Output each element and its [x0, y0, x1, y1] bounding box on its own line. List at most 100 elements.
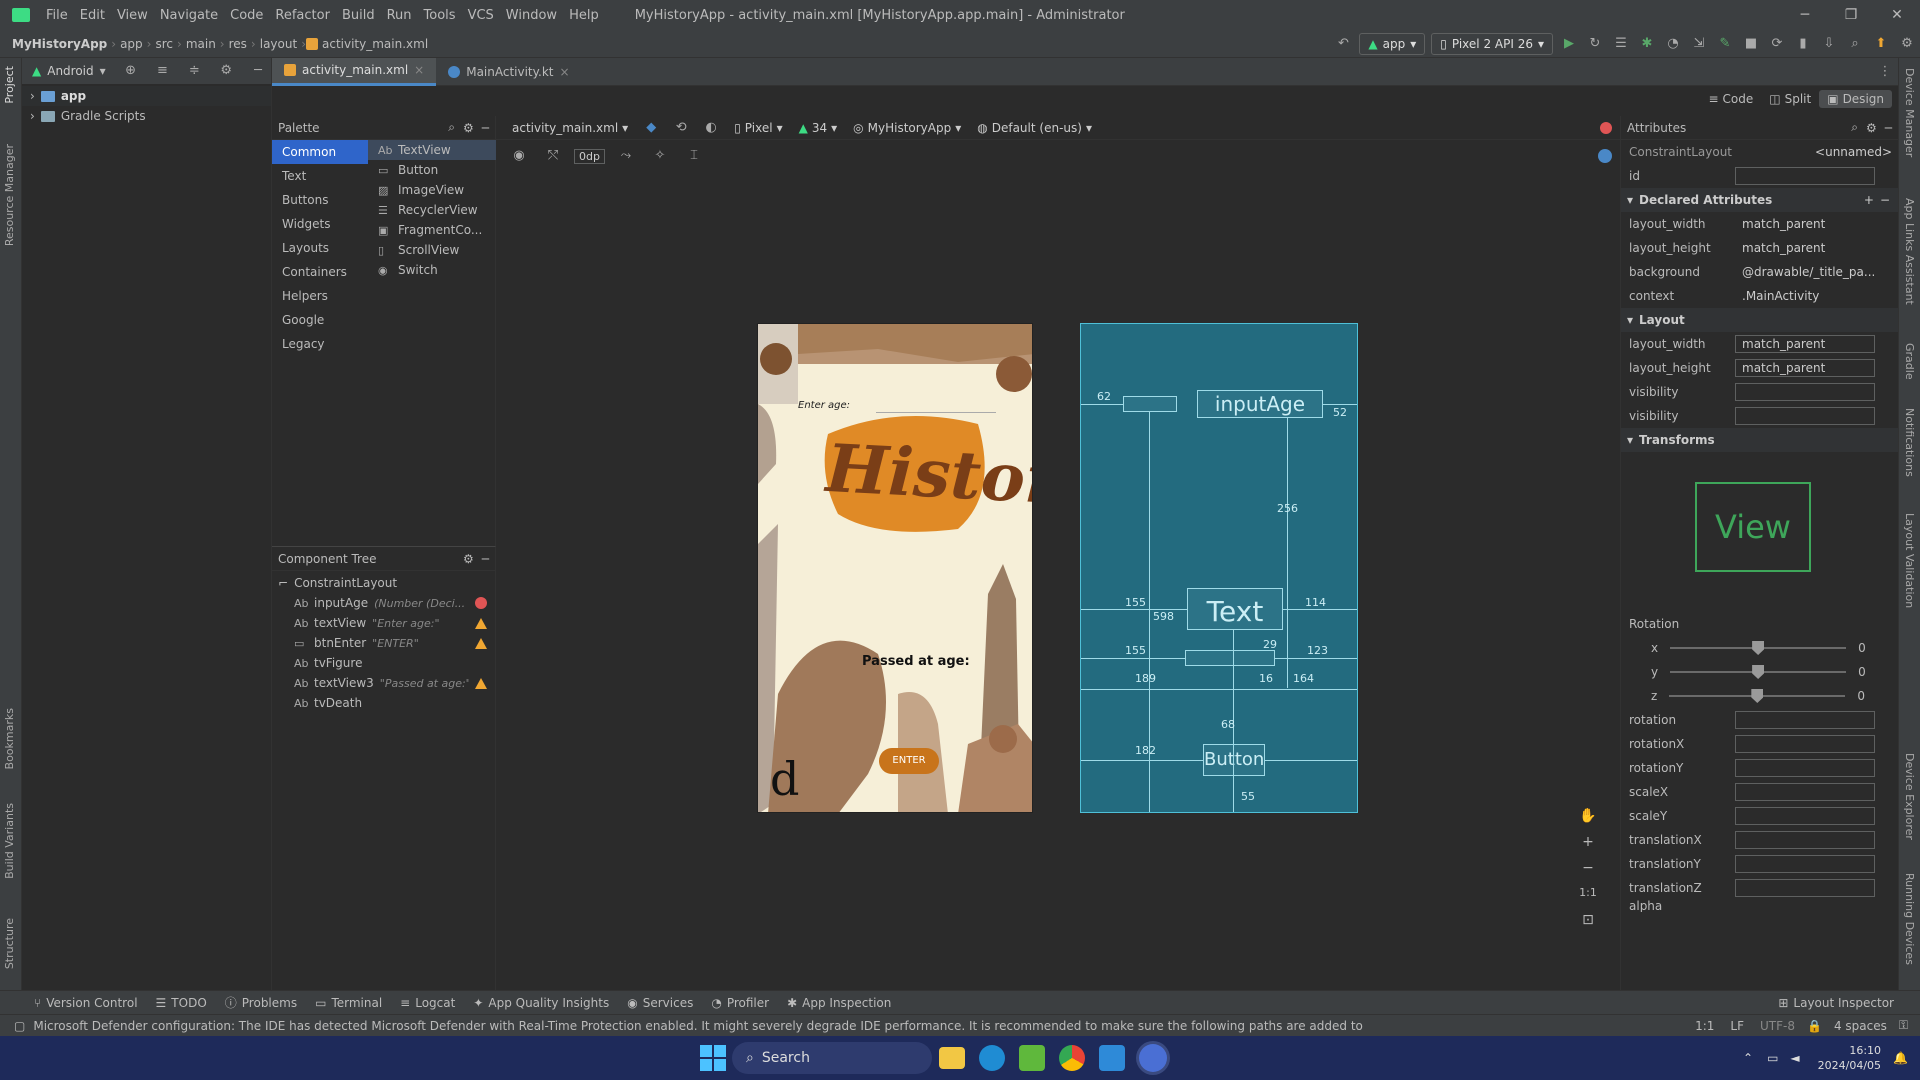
tool-app-links-assistant[interactable]: App Links Assistant: [1903, 198, 1916, 305]
tool-project[interactable]: Project: [3, 66, 16, 104]
hide-icon[interactable]: ─: [1885, 121, 1892, 135]
help-icon[interactable]: [1598, 149, 1612, 163]
tool-terminal[interactable]: ▭ Terminal: [315, 996, 382, 1010]
guidelines-icon[interactable]: ⌶: [686, 148, 702, 164]
layers-icon[interactable]: ◆: [643, 120, 659, 136]
close-icon[interactable]: ×: [560, 65, 570, 79]
breadcrumb-main[interactable]: main: [182, 37, 220, 51]
tool-logcat[interactable]: ≡ Logcat: [400, 996, 455, 1010]
taskbar-clock[interactable]: 16:10 2024/04/05: [1818, 1043, 1881, 1073]
design-canvas[interactable]: [496, 168, 1620, 968]
autoconnect-icon[interactable]: ⤲: [545, 148, 561, 164]
palette-item-recyclerview[interactable]: ☰ RecyclerView: [368, 200, 496, 220]
tool-resource-manager[interactable]: Resource Manager: [3, 144, 16, 246]
breadcrumb-src[interactable]: src: [151, 37, 177, 51]
apply-changes-icon[interactable]: ✎: [1717, 36, 1733, 52]
tool-version-control[interactable]: ⑂ Version Control: [34, 996, 138, 1010]
search-icon[interactable]: ⌕: [1847, 36, 1863, 52]
breadcrumb-project[interactable]: MyHistoryApp: [8, 37, 111, 51]
tool-device-explorer[interactable]: Device Explorer: [1903, 753, 1916, 840]
line-separator[interactable]: LF: [1730, 1019, 1744, 1033]
lock-icon[interactable]: 🔒: [1807, 1019, 1822, 1033]
transforms-section[interactable]: ▾ Transforms: [1621, 428, 1898, 452]
close-icon[interactable]: ×: [414, 63, 424, 77]
locale-select[interactable]: ◍ Default (en-us) ▾: [971, 121, 1098, 135]
menu-run[interactable]: Run: [381, 8, 418, 23]
scale-x-field[interactable]: [1735, 783, 1875, 801]
lock-icon[interactable]: ⚿: [1899, 1018, 1908, 1033]
tree-item-app[interactable]: › app: [22, 86, 271, 106]
app-icon[interactable]: [1019, 1045, 1045, 1071]
vcs-arrow-icon[interactable]: ↶: [1335, 36, 1351, 52]
theme-select[interactable]: ◎ MyHistoryApp ▾: [847, 121, 967, 135]
chevron-up-icon[interactable]: ⌃: [1743, 1051, 1753, 1065]
file-explorer-icon[interactable]: [939, 1047, 965, 1069]
warning-icon[interactable]: [475, 637, 487, 649]
zoom-in-icon[interactable]: +: [1576, 834, 1600, 860]
rerun-icon[interactable]: ↻: [1587, 36, 1603, 52]
eye-icon[interactable]: ◉: [511, 148, 527, 164]
translation-y-field[interactable]: [1735, 855, 1875, 873]
menu-build[interactable]: Build: [336, 8, 381, 23]
palette-category[interactable]: Legacy: [272, 332, 368, 356]
search-icon[interactable]: ⌕: [1851, 120, 1858, 135]
blueprint-textview-box[interactable]: [1123, 396, 1177, 412]
tool-todo[interactable]: ☰ TODO: [156, 996, 207, 1010]
rotation-z-slider[interactable]: [1669, 689, 1846, 703]
caret-position[interactable]: 1:1: [1695, 1019, 1714, 1033]
status-message[interactable]: Microsoft Defender configuration: The ID…: [33, 1019, 1363, 1033]
device-manager-icon[interactable]: ▮: [1795, 36, 1811, 52]
mode-design[interactable]: ▣ Design: [1819, 90, 1892, 108]
default-margin-field[interactable]: 0dp: [574, 148, 605, 164]
tab-main-activity[interactable]: MainActivity.kt ×: [436, 58, 581, 86]
tool-gradle[interactable]: Gradle: [1903, 343, 1916, 380]
add-icon[interactable]: +: [1864, 193, 1874, 207]
remove-icon[interactable]: −: [1880, 193, 1890, 207]
device-preview-select[interactable]: ▯ Pixel ▾: [728, 121, 788, 135]
error-icon[interactable]: [1600, 121, 1612, 134]
breadcrumb-res[interactable]: res: [225, 37, 251, 51]
tool-running-devices[interactable]: Running Devices: [1903, 873, 1916, 965]
taskbar-search[interactable]: ⌕ Search: [732, 1042, 932, 1074]
design-blueprint[interactable]: inputAge Text Button 62 52 256 155 598 1…: [1080, 323, 1358, 813]
zoom-actual-size[interactable]: 1:1: [1576, 886, 1600, 912]
tool-build-variants[interactable]: Build Variants: [3, 803, 16, 879]
rotation-y-field[interactable]: [1735, 759, 1875, 777]
file-select[interactable]: activity_main.xml ▾: [506, 121, 634, 135]
status-panel-icon[interactable]: ▢: [14, 1019, 25, 1033]
menu-window[interactable]: Window: [500, 8, 563, 23]
api-level-select[interactable]: ▲ 34 ▾: [793, 121, 844, 135]
zoom-fit-icon[interactable]: ⊡: [1576, 912, 1600, 938]
sdk-manager-icon[interactable]: ⇩: [1821, 36, 1837, 52]
blueprint-tvfigure-box[interactable]: Text: [1187, 588, 1283, 630]
enter-button[interactable]: ENTER: [879, 748, 939, 774]
warning-icon[interactable]: [475, 617, 487, 629]
menu-refactor[interactable]: Refactor: [269, 8, 336, 23]
blueprint-textview3-box[interactable]: [1185, 650, 1275, 666]
tool-bookmarks[interactable]: Bookmarks: [3, 708, 16, 769]
attach-debugger-icon[interactable]: ⇲: [1691, 36, 1707, 52]
rotation-y-slider[interactable]: [1670, 665, 1847, 679]
tree-item-inputage[interactable]: Ab inputAge (Number (Deci...: [272, 593, 495, 613]
network-icon[interactable]: ▭: [1767, 1051, 1778, 1065]
tree-item-tvfigure[interactable]: Ab tvFigure: [272, 653, 495, 673]
tool-problems[interactable]: ⓘ Problems: [225, 994, 297, 1011]
tool-profiler[interactable]: ◔ Profiler: [711, 996, 769, 1010]
design-preview-phone[interactable]: Enter age: History Passed at age: ENTER …: [757, 323, 1033, 813]
palette-category[interactable]: Widgets: [272, 212, 368, 236]
error-icon[interactable]: [475, 597, 487, 609]
attr-dropdown[interactable]: [1735, 407, 1875, 425]
vscode-icon[interactable]: [1099, 1045, 1125, 1071]
palette-item-textview[interactable]: Ab TextView: [368, 140, 496, 160]
gear-icon[interactable]: ⚙: [463, 121, 474, 135]
translation-z-field[interactable]: [1735, 879, 1875, 897]
palette-category[interactable]: Helpers: [272, 284, 368, 308]
menu-code[interactable]: Code: [224, 8, 269, 23]
indent-setting[interactable]: 4 spaces: [1834, 1019, 1887, 1033]
palette-category[interactable]: Text: [272, 164, 368, 188]
mode-split[interactable]: ◫ Split: [1761, 90, 1819, 108]
tool-layout-validation[interactable]: Layout Validation: [1903, 513, 1916, 608]
tree-item-gradle-scripts[interactable]: › Gradle Scripts: [22, 106, 271, 126]
stop-icon[interactable]: ■: [1743, 36, 1759, 52]
hide-icon[interactable]: ─: [250, 63, 266, 79]
